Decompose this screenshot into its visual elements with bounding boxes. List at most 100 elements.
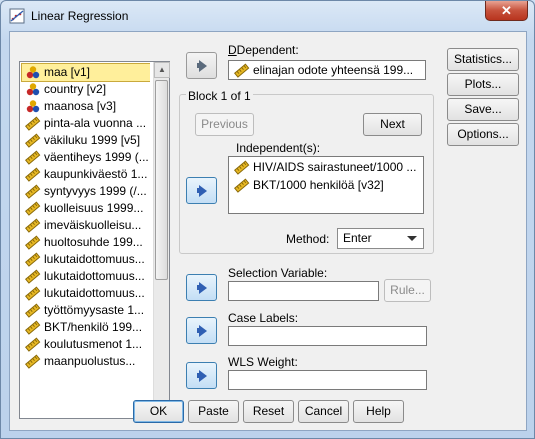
scroll-up-icon[interactable]: ▲	[154, 62, 170, 78]
independent-variable-label: HIV/AIDS sairastuneet/1000 ...	[253, 160, 417, 174]
variable-label: syntyvyys 1999 (/...	[44, 184, 147, 198]
variable-list-item[interactable]: väentiheys 1999 (...	[22, 149, 150, 166]
ruler-icon	[25, 320, 41, 335]
dependent-field[interactable]: elinajan odote yhteensä 199...	[228, 60, 426, 80]
ruler-icon	[25, 218, 41, 233]
window-title: Linear Regression	[31, 9, 129, 23]
ruler-icon	[25, 116, 41, 131]
independents-label: Independent(s):	[236, 141, 321, 155]
options-button[interactable]: Options...	[447, 123, 519, 146]
move-to-case-labels-button[interactable]	[186, 317, 217, 344]
variable-list-item[interactable]: imeväiskuolleisu...	[22, 217, 150, 234]
previous-block-button[interactable]: Previous	[195, 113, 254, 136]
method-label: Method:	[286, 232, 330, 246]
ruler-icon	[25, 201, 41, 216]
nominal-variable-icon	[26, 100, 40, 113]
dialog-body: maa [v1] country [v2] maanosa [v3] pinta-al…	[9, 31, 527, 431]
ok-button[interactable]: OK	[133, 400, 184, 423]
regression-app-icon	[9, 8, 25, 24]
move-to-independents-button[interactable]	[186, 177, 217, 204]
right-arrow-icon	[198, 369, 207, 382]
block-title: Block 1 of 1	[186, 89, 253, 103]
ruler-icon	[234, 160, 250, 175]
ruler-icon	[234, 63, 250, 78]
variable-label: koulutusmenot 1...	[44, 337, 143, 351]
reset-button[interactable]: Reset	[243, 400, 294, 423]
cancel-button[interactable]: Cancel	[298, 400, 349, 423]
right-arrow-icon	[198, 59, 207, 72]
ruler-icon	[234, 178, 250, 193]
variable-label: lukutaidottomuus...	[44, 269, 145, 283]
variable-label: työttömyysaste 1...	[44, 303, 145, 317]
case-labels-field[interactable]	[228, 326, 427, 346]
nominal-variable-icon	[26, 83, 40, 96]
variable-label: maanpuolustus...	[44, 354, 136, 368]
variable-label: BKT/henkilö 199...	[44, 320, 143, 334]
variable-list-item[interactable]: lukutaidottomuus...	[22, 268, 150, 285]
variable-list-item[interactable]: lukutaidottomuus...	[22, 251, 150, 268]
move-to-dependent-button[interactable]	[186, 52, 217, 79]
independent-variable-item[interactable]: HIV/AIDS sairastuneet/1000 ...	[229, 159, 423, 177]
case-labels-label: Case Labels:	[228, 311, 299, 325]
variable-list-item[interactable]: pinta-ala vuonna ...	[22, 115, 150, 132]
variable-label: lukutaidottomuus...	[44, 286, 145, 300]
variable-list-item[interactable]: lukutaidottomuus...	[22, 285, 150, 302]
dependent-value: elinajan odote yhteensä 199...	[253, 63, 414, 77]
ruler-icon	[25, 133, 41, 148]
ruler-icon	[25, 337, 41, 352]
rule-button[interactable]: Rule...	[384, 279, 431, 302]
selection-variable-label: Selection Variable:	[228, 266, 328, 280]
variable-list-item[interactable]: maanosa [v3]	[22, 98, 150, 115]
help-button[interactable]: Help	[353, 400, 404, 423]
right-arrow-icon	[198, 324, 207, 337]
plots-button[interactable]: Plots...	[447, 73, 519, 96]
statistics-button[interactable]: Statistics...	[447, 48, 519, 71]
variable-label: kaupunkiväestö 1...	[44, 167, 148, 181]
wls-weight-field[interactable]	[228, 370, 427, 390]
right-arrow-icon	[198, 281, 207, 294]
variable-label: imeväiskuolleisu...	[44, 218, 142, 232]
next-block-button[interactable]: Next	[363, 113, 422, 136]
dependent-label: DDependent:	[228, 43, 299, 57]
ruler-icon	[25, 150, 41, 165]
source-variable-list[interactable]: maa [v1] country [v2] maanosa [v3] pinta-al…	[19, 61, 170, 419]
ruler-icon	[25, 184, 41, 199]
ruler-icon	[25, 235, 41, 250]
title-bar[interactable]: Linear Regression ✕	[1, 1, 534, 31]
method-select[interactable]: Enter	[337, 228, 424, 249]
variable-label: kuolleisuus 1999...	[44, 201, 144, 215]
ruler-icon	[25, 167, 41, 182]
save-button[interactable]: Save...	[447, 98, 519, 121]
variable-list-item[interactable]: väkiluku 1999 [v5]	[22, 132, 150, 149]
variable-list-item[interactable]: kaupunkiväestö 1...	[22, 166, 150, 183]
selection-variable-field[interactable]	[228, 281, 379, 301]
ruler-icon	[25, 354, 41, 369]
chevron-down-icon	[407, 236, 417, 241]
variable-list-item[interactable]: maa [v1]	[21, 63, 150, 82]
variable-list-item[interactable]: maanpuolustus...	[22, 353, 150, 370]
scroll-thumb[interactable]	[155, 80, 168, 280]
ruler-icon	[25, 252, 41, 267]
variable-list-item[interactable]: työttömyysaste 1...	[22, 302, 150, 319]
paste-button[interactable]: Paste	[188, 400, 239, 423]
variable-label: country [v2]	[44, 82, 107, 96]
move-to-wls-weight-button[interactable]	[186, 362, 217, 389]
independents-list[interactable]: HIV/AIDS sairastuneet/1000 ... BKT/1000 h…	[228, 156, 424, 214]
move-to-selection-variable-button[interactable]	[186, 274, 217, 301]
variable-list-item[interactable]: koulutusmenot 1...	[22, 336, 150, 353]
variable-list-item[interactable]: kuolleisuus 1999...	[22, 200, 150, 217]
wls-weight-label: WLS Weight:	[228, 355, 298, 369]
independent-variable-item[interactable]: BKT/1000 henkilöä [v32]	[229, 177, 423, 195]
variable-label: maanosa [v3]	[44, 99, 117, 113]
variable-list-item[interactable]: huoltosuhde 199...	[22, 234, 150, 251]
close-icon: ✕	[501, 3, 512, 18]
variable-list-scrollbar[interactable]: ▲ ▼	[153, 62, 170, 418]
close-button[interactable]: ✕	[485, 1, 528, 21]
independent-variable-label: BKT/1000 henkilöä [v32]	[253, 178, 384, 192]
variable-list-item[interactable]: country [v2]	[22, 81, 150, 98]
ruler-icon	[25, 286, 41, 301]
variable-list-item[interactable]: syntyvyys 1999 (/...	[22, 183, 150, 200]
dialog-window: Linear Regression ✕ maa [v1] country [v2]…	[0, 0, 535, 439]
variable-list-item[interactable]: BKT/henkilö 199...	[22, 319, 150, 336]
variable-label: pinta-ala vuonna ...	[44, 116, 147, 130]
